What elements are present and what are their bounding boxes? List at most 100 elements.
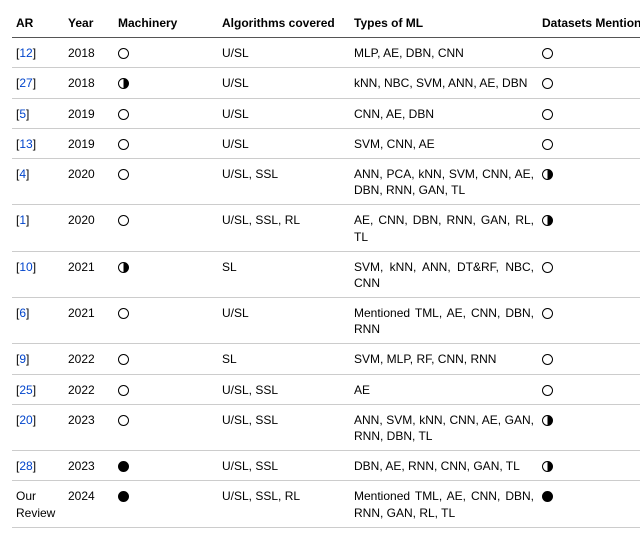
harvey-ball-half-icon — [542, 215, 553, 226]
harvey-ball-empty-icon — [118, 109, 129, 120]
cell-machinery — [114, 451, 218, 481]
cell-ar: [4] — [12, 158, 64, 204]
harvey-ball-empty-icon — [542, 78, 553, 89]
cell-types-ml: ANN, PCA, kNN, SVM, CNN, AE, DBN, RNN, G… — [350, 158, 538, 204]
reference-link[interactable]: 6 — [19, 306, 26, 320]
harvey-ball-empty-icon — [118, 169, 129, 180]
cell-machinery — [114, 38, 218, 68]
cell-ar: [5] — [12, 98, 64, 128]
cell-algorithms: U/SL — [218, 128, 350, 158]
cell-algorithms: U/SL — [218, 298, 350, 344]
cell-types-ml: ANN, SVM, kNN, CNN, AE, GAN, RNN, DBN, T… — [350, 404, 538, 450]
reference-link[interactable]: 9 — [19, 352, 26, 366]
table-row: [4]2020 U/SL, SSLANN, PCA, kNN, SVM, CNN,… — [12, 158, 640, 204]
cell-year: 2023 — [64, 451, 114, 481]
table-row: Our Review2024U/SL, SSL, RLMentioned TML… — [12, 481, 640, 527]
cell-machinery — [114, 205, 218, 251]
cell-year: 2022 — [64, 344, 114, 374]
cell-ar: [28] — [12, 451, 64, 481]
cell-types-ml: SVM, CNN, AE — [350, 128, 538, 158]
cell-year: 2018 — [64, 38, 114, 68]
cell-types-ml: MLP, AE, DBN, CNN — [350, 38, 538, 68]
reference-link[interactable]: 13 — [19, 137, 32, 151]
cell-types-ml: SVM, MLP, RF, CNN, RNN — [350, 344, 538, 374]
reference-link[interactable]: 4 — [19, 167, 26, 181]
header-ar: AR — [12, 8, 64, 38]
table-row: [27]2018U/SLkNN, NBC, SVM, ANN, AE, DBN — [12, 68, 640, 98]
reference-link[interactable]: 28 — [19, 459, 32, 473]
cell-year: 2022 — [64, 374, 114, 404]
cell-year: 2019 — [64, 98, 114, 128]
cell-datasets — [538, 298, 640, 344]
cell-datasets — [538, 38, 640, 68]
harvey-ball-half-icon — [118, 262, 129, 273]
table-row: [12]2018 U/SLMLP, AE, DBN, CNN — [12, 38, 640, 68]
table-row: [13]2019U/SLSVM, CNN, AE — [12, 128, 640, 158]
reference-label: Our Review — [16, 489, 55, 519]
reference-link[interactable]: 5 — [19, 107, 26, 121]
cell-ar: [1] — [12, 205, 64, 251]
reference-link[interactable]: 10 — [19, 260, 32, 274]
cell-algorithms: U/SL, SSL — [218, 158, 350, 204]
cell-machinery — [114, 481, 218, 527]
table-body: [12]2018U/SLMLP, AE, DBN, CNN[27]2018U/S… — [12, 38, 640, 528]
cell-algorithms: U/SL — [218, 98, 350, 128]
table-row: [5]2019U/SLCNN, AE, DBN — [12, 98, 640, 128]
cell-ar: [6] — [12, 298, 64, 344]
harvey-ball-empty-icon — [542, 308, 553, 319]
harvey-ball-empty-icon — [118, 48, 129, 59]
cell-algorithms: U/SL — [218, 68, 350, 98]
cell-machinery — [114, 128, 218, 158]
cell-year: 2021 — [64, 298, 114, 344]
cell-machinery — [114, 158, 218, 204]
cell-datasets — [538, 251, 640, 297]
cell-machinery — [114, 404, 218, 450]
cell-year: 2020 — [64, 158, 114, 204]
header-types-ml: Types of ML — [350, 8, 538, 38]
cell-datasets — [538, 158, 640, 204]
harvey-ball-empty-icon — [542, 139, 553, 150]
cell-types-ml: Mentioned TML, AE, CNN, DBN, RNN, GAN, R… — [350, 481, 538, 527]
table-row: [6]2021U/SLMentioned TML, AE, CNN, DBN, … — [12, 298, 640, 344]
cell-algorithms: SL — [218, 344, 350, 374]
cell-machinery — [114, 374, 218, 404]
harvey-ball-empty-icon — [118, 354, 129, 365]
table-row: [1]2020U/SL, SSL, RLAE, CNN, DBN, RNN, G… — [12, 205, 640, 251]
cell-algorithms: U/SL — [218, 38, 350, 68]
cell-machinery — [114, 344, 218, 374]
cell-types-ml: kNN, NBC, SVM, ANN, AE, DBN — [350, 68, 538, 98]
header-row: AR Year Machinery Algorithms covered Typ… — [12, 8, 640, 38]
cell-datasets — [538, 481, 640, 527]
cell-ar: Our Review — [12, 481, 64, 527]
cell-datasets — [538, 451, 640, 481]
header-machinery: Machinery — [114, 8, 218, 38]
cell-algorithms: U/SL, SSL — [218, 374, 350, 404]
cell-algorithms: U/SL, SSL — [218, 451, 350, 481]
table-row: [28]2023U/SL, SSLDBN, AE, RNN, CNN, GAN,… — [12, 451, 640, 481]
cell-types-ml: AE — [350, 374, 538, 404]
harvey-ball-full-icon — [118, 461, 129, 472]
header-year: Year — [64, 8, 114, 38]
cell-ar: [12] — [12, 38, 64, 68]
cell-ar: [27] — [12, 68, 64, 98]
cell-year: 2019 — [64, 128, 114, 158]
reference-link[interactable]: 20 — [19, 413, 32, 427]
harvey-ball-half-icon — [118, 78, 129, 89]
reference-link[interactable]: 27 — [19, 76, 32, 90]
cell-types-ml: AE, CNN, DBN, RNN, GAN, RL, TL — [350, 205, 538, 251]
harvey-ball-empty-icon — [542, 48, 553, 59]
reference-link[interactable]: 12 — [19, 46, 32, 60]
harvey-ball-half-icon — [542, 461, 553, 472]
harvey-ball-empty-icon — [118, 385, 129, 396]
cell-datasets — [538, 68, 640, 98]
cell-machinery — [114, 68, 218, 98]
cell-ar: [9] — [12, 344, 64, 374]
cell-machinery — [114, 298, 218, 344]
harvey-ball-empty-icon — [542, 385, 553, 396]
cell-year: 2021 — [64, 251, 114, 297]
reference-link[interactable]: 1 — [19, 213, 26, 227]
harvey-ball-empty-icon — [118, 415, 129, 426]
header-algorithms: Algorithms covered — [218, 8, 350, 38]
reference-link[interactable]: 25 — [19, 383, 32, 397]
table-row: [20]2023U/SL, SSLANN, SVM, kNN, CNN, AE,… — [12, 404, 640, 450]
